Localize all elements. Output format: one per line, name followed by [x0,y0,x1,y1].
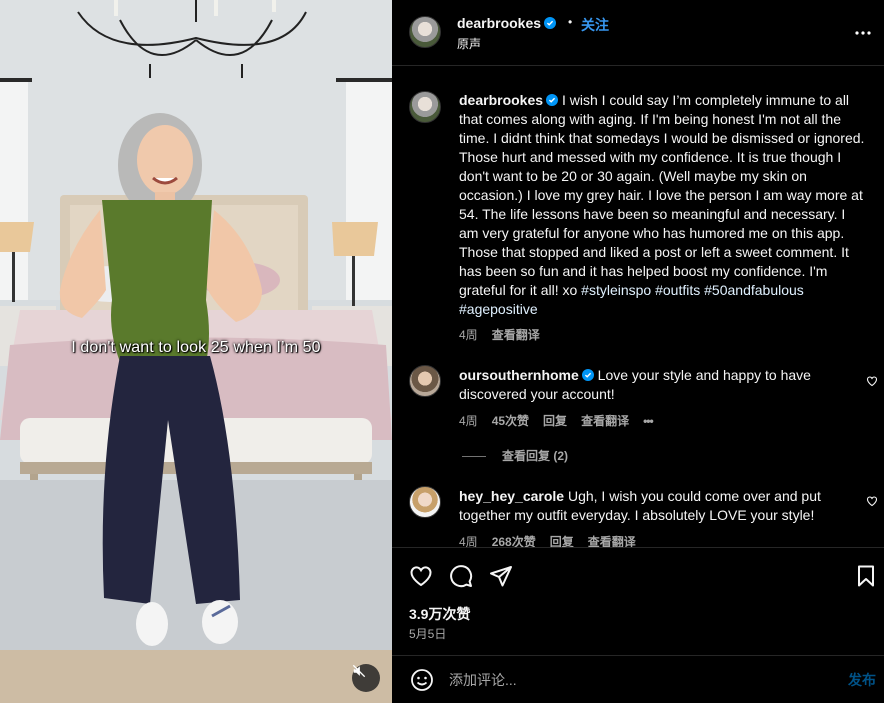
comment-like-count[interactable]: 268次赞 [492,535,536,547]
speaker-muted-icon [352,664,366,678]
more-horizontal-icon[interactable] [854,30,872,36]
comment-bubble-icon[interactable] [449,564,473,588]
caption-text: I wish I could say I’m completely immune… [459,92,865,298]
reply-button[interactable]: 回复 [543,414,567,428]
hashtag-link[interactable]: #outfits [655,282,700,298]
comment-meta: 4周 268次赞 回复 查看翻译 [459,533,650,547]
video-text-overlay: I don't want to look 25 when I’m 50 [71,339,321,356]
comment-translate-link[interactable]: 查看翻译 [581,414,629,428]
comment-more-options[interactable]: ••• [643,414,654,428]
comments-scroll-area[interactable]: dearbrookes I wish I could say I’m compl… [392,67,884,547]
follow-button[interactable]: 关注 [581,15,609,35]
hashtag-link[interactable]: #agepositive [459,301,538,317]
hashtag-link[interactable]: #50andfabulous [704,282,804,298]
reply-button[interactable]: 回复 [550,535,574,547]
comment-time[interactable]: 4周 [459,535,478,547]
audio-label[interactable]: 原声 [457,35,481,52]
comment-like-heart-icon[interactable] [866,495,878,507]
author-username[interactable]: dearbrookes [457,15,557,31]
save-bookmark-icon[interactable] [854,564,878,588]
commenter-avatar[interactable] [409,365,441,397]
share-paper-plane-icon[interactable] [489,564,513,588]
caption-time[interactable]: 4周 [459,328,478,342]
comment-composer: 添加评论... 发布 [392,655,884,703]
header-separator: • [568,15,573,29]
verified-badge-icon [546,94,559,106]
hashtag-link[interactable]: #styleinspo [581,282,651,298]
comment-translate-link[interactable]: 查看翻译 [588,535,636,547]
mute-button[interactable] [352,664,380,692]
post-date[interactable]: 5月5日 [409,625,446,642]
post-like-count[interactable]: 3.9万次赞 [409,604,470,624]
comment-like-count[interactable]: 45次赞 [492,414,529,428]
like-heart-icon[interactable] [409,564,433,588]
post-details-panel: dearbrookes • 关注 原声 dearbrookes I wish I… [392,0,884,703]
post-action-bar: 3.9万次赞 5月5日 [392,547,884,655]
verified-badge-icon [581,369,594,381]
commenter-username[interactable]: hey_hey_carole [459,488,564,504]
caption-meta: 4周 查看翻译 [459,326,554,343]
caption-translate-link[interactable]: 查看翻译 [492,328,540,342]
post-comment-button[interactable]: 发布 [848,670,876,690]
commenter-username[interactable]: oursouthernhome [459,367,579,383]
author-avatar[interactable] [409,16,441,48]
view-replies-label[interactable]: 查看回复 (2) [502,449,568,463]
replies-divider-line [462,456,486,458]
comment-input[interactable]: 添加评论... [449,670,517,690]
verified-badge-icon [544,17,557,29]
view-replies-button[interactable]: 查看回复 (2) [462,447,568,464]
emoji-smiley-icon[interactable] [410,668,434,692]
comment-meta: 4周 45次赞 回复 查看翻译 ••• [459,412,667,429]
author-username-text[interactable]: dearbrookes [457,15,541,31]
comment-time[interactable]: 4周 [459,414,478,428]
instagram-post-view: I don't want to look 25 when I’m 50 dear… [0,0,884,703]
comment-item: oursouthernhome Love your style and happ… [459,366,865,404]
post-header: dearbrookes • 关注 原声 [392,0,884,66]
commenter-avatar[interactable] [409,486,441,518]
caption-author-avatar[interactable] [409,91,441,123]
post-caption: dearbrookes I wish I could say I’m compl… [459,91,865,319]
comment-like-heart-icon[interactable] [866,375,878,387]
caption-username[interactable]: dearbrookes [459,92,543,108]
comment-item: hey_hey_carole Ugh, I wish you could com… [459,487,865,525]
media-pane[interactable]: I don't want to look 25 when I’m 50 [0,0,392,703]
